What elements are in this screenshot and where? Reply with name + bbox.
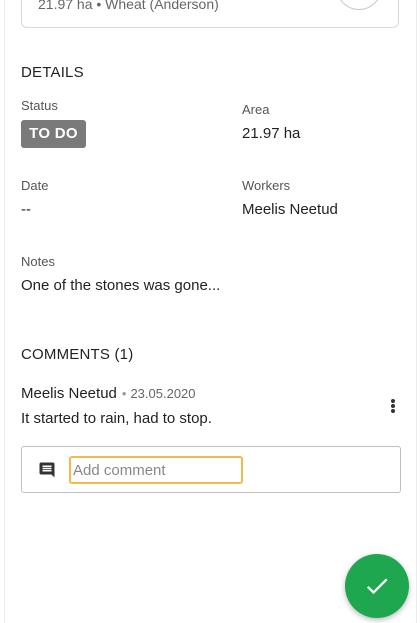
add-comment-input[interactable] (69, 456, 243, 484)
comment-date: 23.05.2020 (130, 386, 196, 401)
comments-heading: COMMENTS (1) (21, 346, 134, 363)
more-vertical-icon[interactable] (385, 396, 401, 416)
notes-value: One of the stones was gone... (21, 277, 221, 294)
check-icon (366, 578, 388, 595)
area-label: Area (242, 102, 270, 117)
comment-header: Meelis Neetud • 23.05.2020 (21, 385, 196, 402)
left-border (4, 0, 5, 623)
workers-label: Workers (242, 178, 291, 193)
task-detail-page: 21.97 ha • Wheat (Anderson) DETAILS Stat… (0, 0, 420, 623)
field-card[interactable]: 21.97 ha • Wheat (Anderson) (21, 0, 399, 28)
area-value: 21.97 ha (242, 125, 301, 142)
workers-value: Meelis Neetud (242, 201, 338, 218)
field-card-subtitle: 21.97 ha • Wheat (Anderson) (38, 0, 219, 12)
right-border (416, 0, 417, 623)
add-comment-box (21, 446, 401, 493)
complete-task-button[interactable] (345, 554, 409, 618)
status-label: Status (21, 98, 58, 113)
comment-separator: • (121, 386, 127, 401)
date-value: -- (21, 201, 31, 218)
comment-text: It started to rain, had to stop. (21, 410, 212, 427)
comment-author: Meelis Neetud (21, 385, 117, 402)
details-heading: DETAILS (21, 64, 84, 81)
field-card-action-button[interactable] (336, 0, 382, 10)
comment-icon (39, 462, 55, 478)
date-label: Date (21, 178, 49, 193)
notes-label: Notes (21, 254, 55, 269)
status-badge: TO DO (21, 120, 86, 148)
